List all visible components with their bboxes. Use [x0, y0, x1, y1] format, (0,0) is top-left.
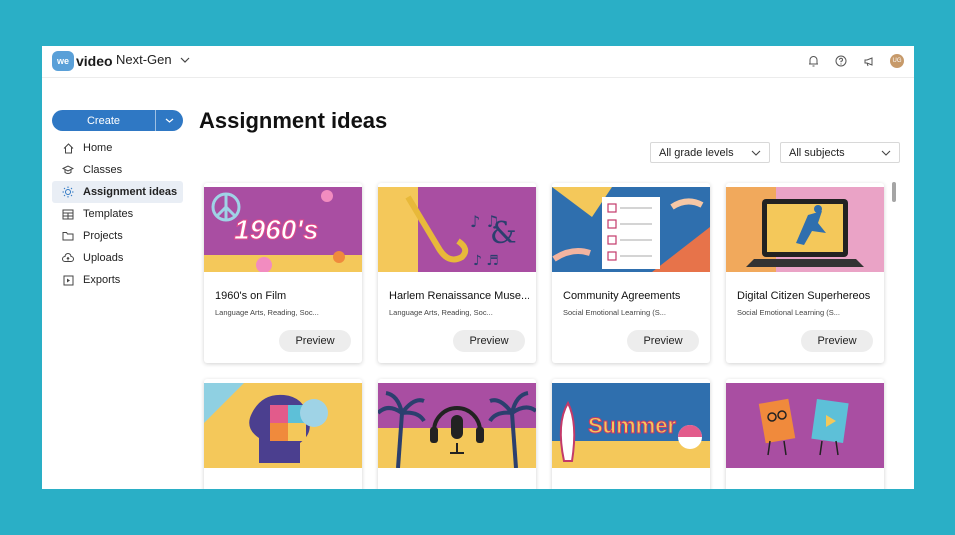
thumb-text: 1960's [234, 214, 319, 245]
chevron-down-icon [751, 150, 761, 156]
folder-icon [62, 230, 74, 242]
chevron-down-icon [881, 150, 891, 156]
card-thumbnail: Summer [552, 383, 710, 468]
assignment-card[interactable]: Digital Citizen Superhereos Social Emoti… [726, 183, 884, 363]
create-button[interactable]: Create [52, 110, 183, 131]
page-title: Assignment ideas [199, 108, 388, 133]
top-bar: we video Next-Gen UG [42, 46, 914, 78]
preview-button[interactable]: Preview [627, 330, 699, 352]
sidebar-item-label: Projects [83, 230, 123, 242]
card-title: 1960's on Film [215, 290, 287, 302]
subject-filter-value: All subjects [789, 146, 845, 159]
card-thumbnail: ♪ ♫ & ♪ ♬ [378, 187, 536, 272]
create-label: Create [86, 114, 121, 127]
wevideo-logo[interactable]: we video [52, 50, 113, 72]
subject-filter[interactable]: All subjects [780, 142, 900, 163]
app-window: we video Next-Gen UG Create Home Classes… [42, 46, 914, 489]
preview-button[interactable]: Preview [453, 330, 525, 352]
logo-badge: we [52, 51, 74, 71]
card-thumbnail [552, 187, 710, 272]
svg-text:&: & [490, 216, 517, 251]
card-thumbnail [726, 187, 884, 272]
sidebar-nav: Home Classes Assignment ideas Templates … [52, 137, 183, 291]
card-subjects: Social Emotional Learning (S... [563, 308, 666, 317]
sidebar-item-label: Assignment ideas [83, 186, 178, 198]
card-thumbnail [378, 383, 536, 468]
assignment-card[interactable]: Community Agreements Social Emotional Le… [552, 183, 710, 363]
assignment-card[interactable] [204, 379, 362, 489]
sidebar-item-label: Uploads [83, 252, 124, 264]
card-title: Community Agreements [563, 290, 681, 302]
assignment-card[interactable]: 1960's 1960's on Film Language Arts, Rea… [204, 183, 362, 363]
sidebar-item-home[interactable]: Home [52, 137, 183, 159]
sidebar-item-projects[interactable]: Projects [52, 225, 183, 247]
sidebar: Create Home Classes Assignment ideas Tem… [52, 110, 183, 291]
assignment-card[interactable]: ♪ ♫ & ♪ ♬ Harlem Renaissance Muse... Lan… [378, 183, 536, 363]
create-dropdown-toggle[interactable] [156, 118, 183, 123]
lightbulb-icon [62, 186, 74, 198]
workspace-name: Next-Gen [116, 52, 172, 67]
sidebar-item-label: Templates [83, 208, 134, 220]
card-thumbnail [726, 383, 884, 468]
grade-level-filter[interactable]: All grade levels [650, 142, 770, 163]
card-title: Digital Citizen Superhereos [737, 290, 871, 302]
card-thumbnail [204, 383, 362, 468]
assignment-card[interactable] [726, 379, 884, 489]
sidebar-item-label: Exports [83, 274, 121, 286]
megaphone-icon[interactable] [862, 54, 876, 68]
home-icon [62, 142, 74, 154]
card-subjects: Social Emotional Learning (S... [737, 308, 840, 317]
sidebar-item-exports[interactable]: Exports [52, 269, 183, 291]
sidebar-item-assignment-ideas[interactable]: Assignment ideas [52, 181, 183, 203]
bell-icon[interactable] [806, 54, 820, 68]
grade-level-filter-value: All grade levels [659, 146, 734, 159]
card-subjects: Language Arts, Reading, Soc... [389, 308, 493, 317]
graduation-cap-icon [62, 164, 74, 176]
thumb-text: Summer [588, 413, 676, 438]
preview-button[interactable]: Preview [801, 330, 873, 352]
sidebar-item-label: Home [83, 142, 113, 154]
sidebar-item-classes[interactable]: Classes [52, 159, 183, 181]
card-subjects: Language Arts, Reading, Soc... [215, 308, 319, 317]
preview-button[interactable]: Preview [279, 330, 351, 352]
assignment-card[interactable] [378, 379, 536, 489]
card-thumbnail: 1960's [204, 187, 362, 272]
logo-text: video [76, 53, 113, 69]
avatar[interactable]: UG [890, 54, 904, 68]
help-icon[interactable] [834, 54, 848, 68]
sidebar-item-templates[interactable]: Templates [52, 203, 183, 225]
card-title: Harlem Renaissance Muse... [389, 290, 529, 302]
workspace-switcher[interactable]: Next-Gen [116, 52, 190, 67]
assignment-card[interactable]: Summer [552, 379, 710, 489]
cloud-upload-icon [62, 252, 74, 264]
templates-icon [62, 208, 74, 220]
sidebar-item-label: Classes [83, 164, 123, 176]
chevron-down-icon [180, 57, 190, 63]
chevron-down-icon [165, 118, 174, 123]
svg-text:♪ ♬: ♪ ♬ [473, 253, 499, 269]
scrollbar-thumb[interactable] [892, 182, 896, 202]
export-icon [62, 274, 74, 286]
sidebar-item-uploads[interactable]: Uploads [52, 247, 183, 269]
